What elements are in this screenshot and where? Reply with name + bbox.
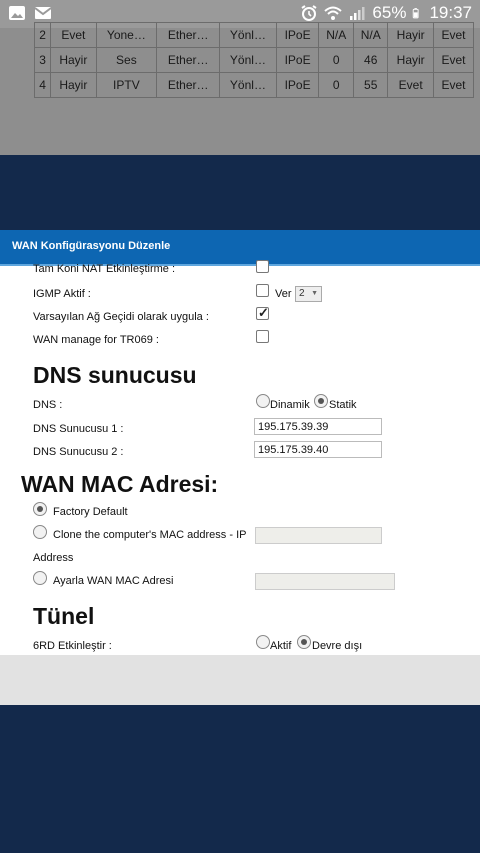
table-cell: 55 — [352, 72, 389, 98]
6rd-disabled-radio[interactable] — [297, 635, 311, 649]
table-row: 2 Evet Yone… Ether… Yönl… IPoE N/A N/A H… — [33, 22, 475, 48]
table-cell: IPoE — [275, 72, 320, 98]
mac-clone-radio[interactable] — [33, 525, 47, 539]
table-row: 4 Hayir IPTV Ether… Yönl… IPoE 0 55 Evet… — [33, 72, 475, 98]
table-cell: Evet — [432, 22, 475, 48]
chevron-down-icon: ▼ — [311, 290, 318, 297]
6rd-disabled-label: Devre dışı — [312, 640, 363, 652]
mac-clone-label: Clone the computer's MAC address - IP — [53, 529, 247, 541]
alarm-icon — [301, 5, 317, 21]
igmp-version-value: 2 — [299, 288, 305, 299]
wan-config-dialog: WAN Konfigürasyonu Düzenle Tam Koni NAT … — [0, 230, 480, 655]
image-notification-icon — [9, 6, 25, 20]
dns-heading: DNS sunucusu — [33, 362, 197, 388]
tunnel-heading: Tünel — [33, 603, 95, 629]
mac-clone-input[interactable] — [255, 527, 382, 544]
page-backdrop — [0, 155, 480, 230]
dns-dynamic-radio[interactable] — [256, 394, 270, 408]
wifi-icon — [324, 6, 343, 20]
wan-table: 2 Evet Yone… Ether… Yönl… IPoE N/A N/A H… — [33, 22, 475, 98]
igmp-checkbox[interactable] — [256, 284, 269, 297]
table-cell: Ether… — [156, 72, 221, 98]
battery-percent: 65% — [372, 3, 407, 22]
dns2-input[interactable] — [254, 441, 382, 458]
table-cell: Hayir — [387, 22, 434, 48]
dns2-label: DNS Sunucusu 2 : — [33, 446, 124, 458]
table-cell: Hayir — [387, 47, 434, 73]
dns1-input[interactable] — [254, 418, 382, 435]
dns1-label: DNS Sunucusu 1 : — [33, 423, 124, 435]
table-cell: 3 — [33, 47, 52, 73]
table-cell: Yönl… — [219, 47, 277, 73]
table-cell: Ether… — [156, 22, 221, 48]
full-cone-nat-label: Tam Koni NAT Etkinleştirme : — [33, 263, 176, 275]
igmp-version-select[interactable]: 2 ▼ — [295, 286, 322, 302]
6rd-active-label: Aktif — [270, 640, 292, 652]
signal-icon — [350, 7, 365, 20]
mac-factory-label: Factory Default — [53, 506, 128, 518]
6rd-label: 6RD Etkinleştir : — [33, 640, 112, 652]
table-cell: IPoE — [275, 22, 320, 48]
mac-set-label: Ayarla WAN MAC Adresi — [53, 575, 174, 587]
tr069-checkbox[interactable] — [256, 330, 269, 343]
table-cell: IPTV — [95, 72, 158, 98]
dns-mode-label: DNS : — [33, 399, 63, 411]
table-cell: 2 — [33, 22, 52, 48]
table-cell: N/A — [352, 22, 389, 48]
page-backdrop-bottom — [0, 705, 480, 853]
battery-icon — [413, 8, 420, 19]
default-gateway-label: Varsayılan Ağ Geçidi olarak uygula : — [33, 311, 209, 323]
full-cone-nat-checkbox[interactable] — [256, 260, 269, 273]
table-cell: Hayir — [50, 72, 97, 98]
background-page: 2 Evet Yone… Ether… Yönl… IPoE N/A N/A H… — [0, 22, 480, 155]
6rd-active-radio[interactable] — [256, 635, 270, 649]
dialog-body[interactable]: Tam Koni NAT Etkinleştirme : IGMP Aktif … — [0, 260, 480, 655]
igmp-version-label: Ver — [275, 288, 292, 300]
igmp-label: IGMP Aktif : — [33, 288, 91, 300]
table-cell: Yönl… — [219, 72, 277, 98]
table-cell: N/A — [318, 22, 354, 48]
mac-heading: WAN MAC Adresi: — [21, 471, 219, 497]
table-cell: Ses — [95, 47, 158, 73]
table-cell: Hayir — [50, 47, 97, 73]
mac-set-input[interactable] — [255, 573, 395, 590]
dialog-title: WAN Konfigürasyonu Düzenle — [12, 240, 171, 252]
table-cell: Ether… — [156, 47, 221, 73]
table-cell: Evet — [50, 22, 97, 48]
dns-static-label: Statik — [329, 399, 357, 411]
table-cell: 46 — [352, 47, 389, 73]
table-cell: Yone… — [95, 22, 158, 48]
table-cell: 0 — [318, 72, 354, 98]
dialog-footer — [0, 655, 480, 705]
table-cell: 0 — [318, 47, 354, 73]
tr069-label: WAN manage for TR069 : — [33, 334, 159, 346]
default-gateway-checkbox[interactable] — [256, 305, 269, 321]
table-cell: IPoE — [275, 47, 320, 73]
table-row: 3 Hayir Ses Ether… Yönl… IPoE 0 46 Hayir… — [33, 47, 475, 73]
dialog-header: WAN Konfigürasyonu Düzenle — [0, 230, 480, 266]
table-cell: Evet — [432, 47, 475, 73]
clock: 19:37 — [429, 3, 472, 22]
mac-factory-radio[interactable] — [33, 502, 47, 516]
mac-set-radio[interactable] — [33, 571, 47, 585]
mail-icon — [34, 7, 52, 19]
table-cell: Evet — [387, 72, 434, 98]
table-cell: Evet — [432, 72, 475, 98]
dns-static-radio[interactable] — [314, 394, 328, 408]
table-cell: Yönl… — [219, 22, 277, 48]
table-cell: 4 — [33, 72, 52, 98]
mac-clone-label-cont: Address — [33, 552, 74, 564]
dns-dynamic-label: Dinamik — [270, 399, 310, 411]
